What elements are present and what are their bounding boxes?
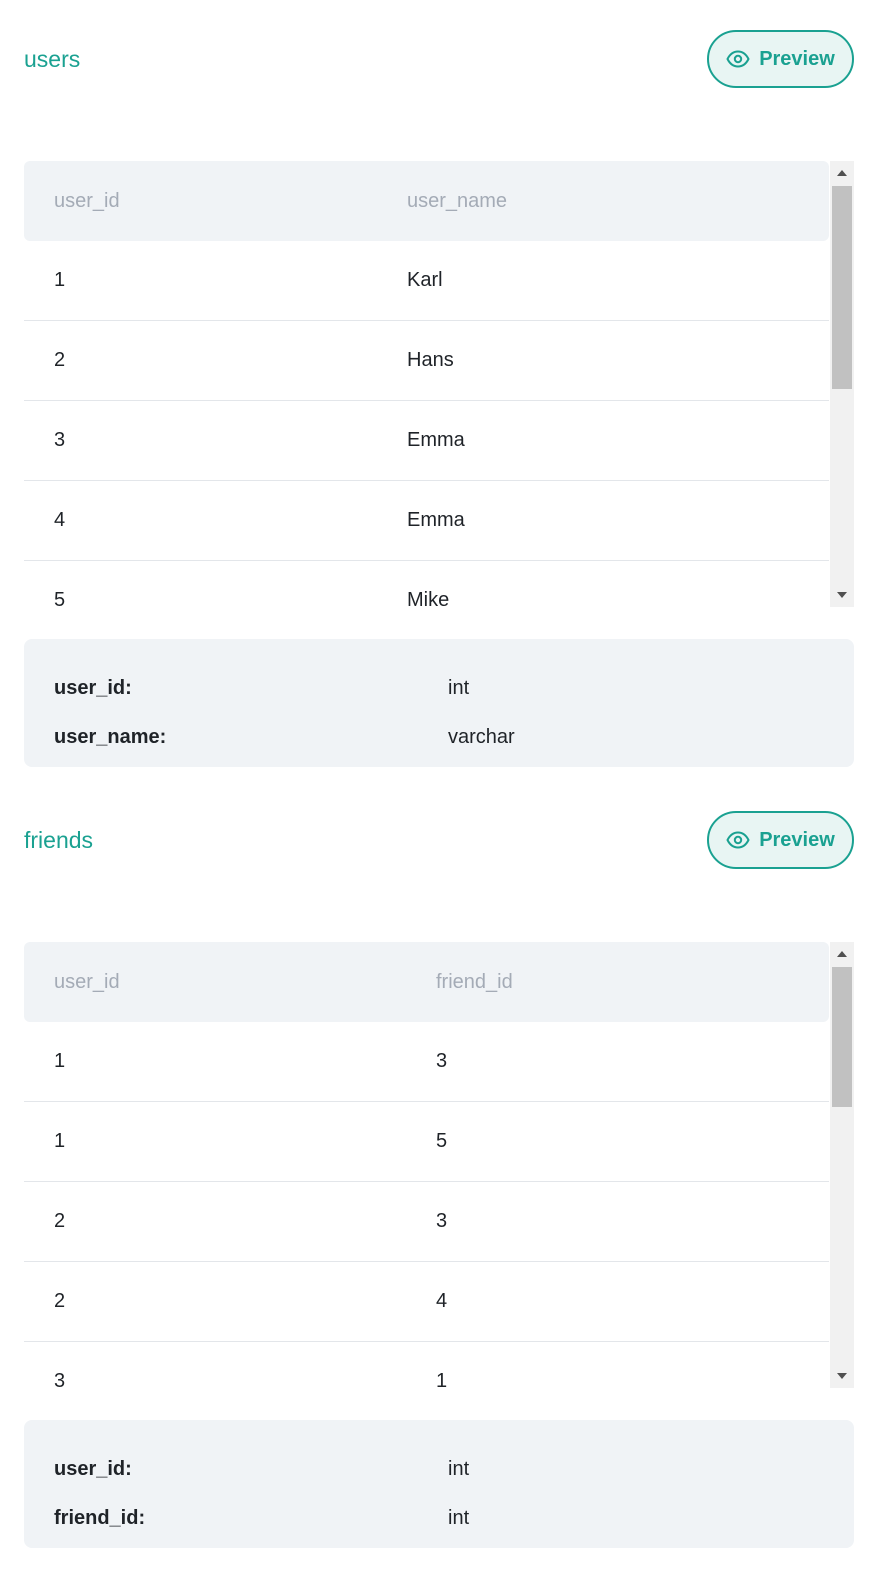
column-header[interactable]: user_id <box>54 942 120 1022</box>
table-name: users <box>24 46 81 72</box>
vertical-scrollbar[interactable] <box>830 161 854 607</box>
table-cell: 2 <box>54 1290 66 1312</box>
table-name: friends <box>24 827 94 853</box>
eye-icon <box>726 831 750 849</box>
preview-button[interactable]: Preview <box>707 811 854 869</box>
schema-panel: user_id: int friend_id: int <box>24 1420 854 1548</box>
table-row: 2 Hans <box>24 321 829 401</box>
table-row: 3 1 <box>24 1342 829 1388</box>
data-grid: user_id friend_id 1 3 1 5 2 3 2 4 3 1 <box>24 942 854 1388</box>
table-cell: 2 <box>54 1210 66 1232</box>
column-header[interactable]: friend_id <box>436 942 513 1022</box>
table-cell: 3 <box>436 1050 448 1072</box>
table-section-friends: friends Preview user_id friend_id 1 3 1 … <box>24 811 854 1548</box>
vertical-scrollbar[interactable] <box>830 942 854 1388</box>
table-row: 1 5 <box>24 1102 829 1182</box>
table-cell: Karl <box>407 269 443 291</box>
schema-field-name: user_name: <box>54 726 167 748</box>
table-cell: 5 <box>436 1130 448 1152</box>
table-cell: 3 <box>54 1370 66 1388</box>
scroll-down-arrow-icon[interactable] <box>830 1364 854 1388</box>
table-cell: 3 <box>54 429 66 451</box>
table-row: 5 Mike <box>24 561 829 607</box>
column-header[interactable]: user_name <box>407 161 507 241</box>
table-row: 1 3 <box>24 1022 829 1102</box>
schema-row: user_name: varchar <box>54 722 834 752</box>
table-row: 3 Emma <box>24 401 829 481</box>
table-cell: 3 <box>436 1210 448 1232</box>
scroll-up-arrow-icon[interactable] <box>830 942 854 966</box>
schema-field-type: int <box>448 677 470 699</box>
table-header-row: user_id friend_id <box>24 942 829 1022</box>
section-header: friends Preview <box>24 811 854 869</box>
table-row: 2 4 <box>24 1262 829 1342</box>
table-cell: Emma <box>407 509 465 531</box>
scrollbar-thumb[interactable] <box>832 967 852 1107</box>
table-section-users: users Preview user_id user_name 1 Karl 2… <box>24 30 854 767</box>
table-cell: Emma <box>407 429 465 451</box>
table-cell: 4 <box>54 509 66 531</box>
schema-field-name: user_id: <box>54 1458 132 1480</box>
preview-button[interactable]: Preview <box>707 30 854 88</box>
table-row: 4 Emma <box>24 481 829 561</box>
table-cell: 1 <box>54 1130 66 1152</box>
schema-field-type: int <box>448 1458 470 1480</box>
scroll-down-arrow-icon[interactable] <box>830 583 854 607</box>
schema-panel: user_id: int user_name: varchar <box>24 639 854 767</box>
preview-button-label: Preview <box>759 47 835 70</box>
scrollbar-thumb[interactable] <box>832 186 852 389</box>
table-cell: 1 <box>436 1370 448 1388</box>
section-header: users Preview <box>24 30 854 88</box>
table-cell: 1 <box>54 1050 66 1072</box>
schema-field-name: user_id: <box>54 677 132 699</box>
schema-field-type: varchar <box>448 726 515 748</box>
schema-row: user_id: int <box>54 1454 834 1484</box>
schema-field-type: int <box>448 1507 470 1529</box>
eye-icon <box>726 50 750 68</box>
table-cell: 2 <box>54 349 66 371</box>
table-cell: Hans <box>407 349 454 371</box>
table-row: 1 Karl <box>24 241 829 321</box>
table-cell: 4 <box>436 1290 448 1312</box>
schema-field-name: friend_id: <box>54 1507 146 1529</box>
data-grid: user_id user_name 1 Karl 2 Hans 3 Emma 4… <box>24 161 854 607</box>
table-row: 2 3 <box>24 1182 829 1262</box>
schema-row: user_id: int <box>54 673 834 703</box>
data-table: user_id user_name 1 Karl 2 Hans 3 Emma 4… <box>24 161 829 607</box>
schema-row: friend_id: int <box>54 1503 834 1533</box>
table-cell: Mike <box>407 589 450 607</box>
column-header[interactable]: user_id <box>54 161 120 241</box>
table-header-row: user_id user_name <box>24 161 829 241</box>
data-table: user_id friend_id 1 3 1 5 2 3 2 4 3 1 <box>24 942 829 1388</box>
scroll-up-arrow-icon[interactable] <box>830 161 854 185</box>
table-cell: 5 <box>54 589 66 607</box>
preview-button-label: Preview <box>759 828 835 851</box>
table-cell: 1 <box>54 269 66 291</box>
